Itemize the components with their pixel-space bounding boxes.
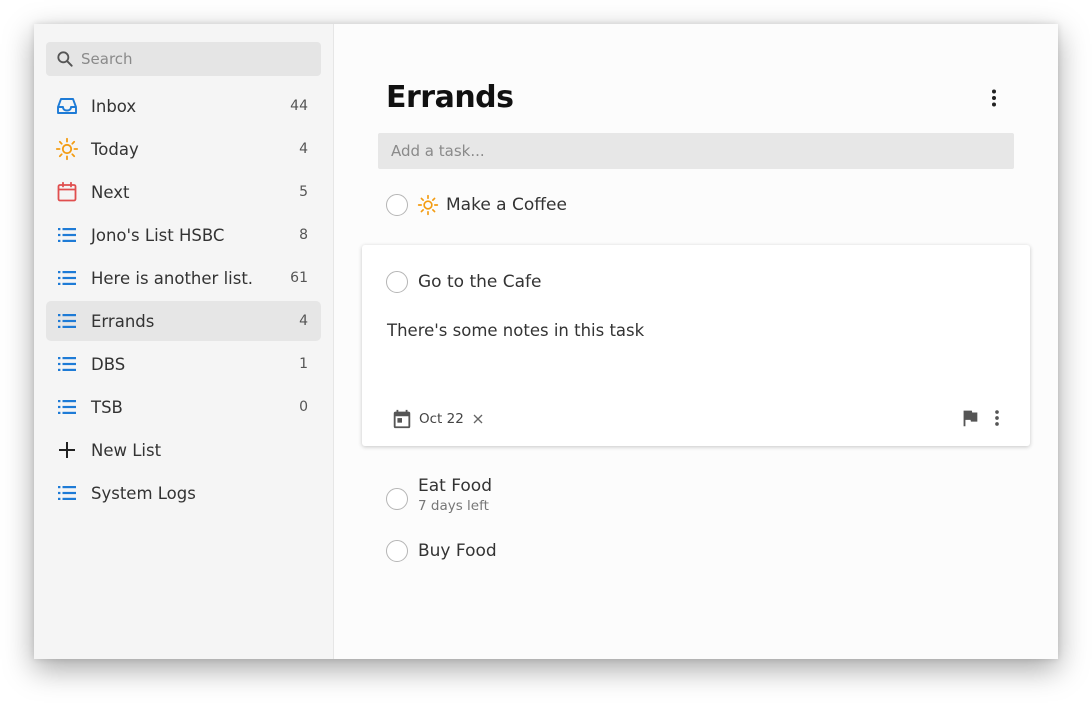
sidebar: Inbox 44 Today 4 Next 5 [34, 24, 334, 659]
app-window: Inbox 44 Today 4 Next 5 [34, 24, 1058, 659]
task-checkbox[interactable] [386, 540, 408, 562]
sidebar-item-count: 5 [299, 184, 308, 200]
task-name: Eat Food [418, 476, 492, 496]
sidebar-item-count: 4 [299, 313, 308, 329]
sidebar-item-label: New List [91, 440, 162, 460]
sidebar-item-label: System Logs [91, 483, 196, 503]
calendar-icon[interactable] [391, 408, 413, 430]
task-due-date: Oct 22 [391, 408, 486, 430]
calendar-icon [55, 180, 79, 204]
sidebar-item-today[interactable]: Today 4 [46, 129, 321, 169]
task-item[interactable]: Go to the Cafe [386, 271, 541, 293]
task-name: Make a Coffee [446, 195, 567, 215]
main-panel: Errands Make a Coffee Go to the Cafe The… [334, 24, 1058, 659]
sidebar-item-count: 44 [290, 98, 308, 114]
close-icon[interactable] [470, 411, 486, 427]
list-icon [55, 481, 79, 505]
sidebar-item-label: Here is another list. [91, 268, 254, 288]
sidebar-item-tsb[interactable]: TSB 0 [46, 387, 321, 427]
sidebar-item-next[interactable]: Next 5 [46, 172, 321, 212]
sidebar-item-dbs[interactable]: DBS 1 [46, 344, 321, 384]
task-name: Buy Food [418, 541, 497, 561]
plus-icon [55, 438, 79, 462]
task-due-subtext: 7 days left [418, 498, 489, 514]
list-icon [55, 352, 79, 376]
task-notes[interactable]: There's some notes in this task [387, 321, 644, 340]
task-checkbox[interactable] [386, 271, 408, 293]
sun-icon [417, 194, 439, 216]
sidebar-item-jonos-list-hsbc[interactable]: Jono's List HSBC 8 [46, 215, 321, 255]
sidebar-item-count: 61 [290, 270, 308, 286]
search-icon [55, 49, 75, 69]
sidebar-item-label: TSB [91, 397, 123, 417]
add-task-input[interactable] [378, 133, 1014, 169]
sidebar-item-label: Errands [91, 311, 155, 331]
list-icon [55, 266, 79, 290]
sidebar-nav: Inbox 44 Today 4 Next 5 Jono's List HSBC… [46, 86, 321, 516]
list-icon [55, 223, 79, 247]
due-date-label[interactable]: Oct 22 [419, 411, 464, 427]
task-more-icon[interactable] [986, 407, 1008, 429]
list-icon [55, 309, 79, 333]
sidebar-item-label: Today [91, 139, 139, 159]
sidebar-item-count: 8 [299, 227, 308, 243]
task-checkbox[interactable] [386, 194, 408, 216]
sidebar-item-label: Inbox [91, 96, 137, 116]
sidebar-item-here-is-another-list[interactable]: Here is another list. 61 [46, 258, 321, 298]
inbox-icon [55, 94, 79, 118]
task-card-expanded[interactable]: Go to the Cafe There's some notes in thi… [362, 245, 1030, 446]
sidebar-item-count: 4 [299, 141, 308, 157]
sidebar-item-errands[interactable]: Errands 4 [46, 301, 321, 341]
task-item[interactable]: Buy Food [386, 540, 497, 562]
list-more-icon[interactable] [982, 86, 1006, 110]
task-text: Eat Food 7 days left [418, 476, 492, 514]
sidebar-item-label: Next [91, 182, 130, 202]
sidebar-item-system-logs[interactable]: System Logs [46, 473, 321, 513]
list-icon [55, 395, 79, 419]
sidebar-item-count: 1 [299, 356, 308, 372]
page-title: Errands [386, 80, 514, 115]
search-box[interactable] [46, 42, 321, 76]
task-item[interactable]: Eat Food 7 days left [386, 476, 492, 514]
new-list-button[interactable]: New List [46, 430, 321, 470]
sidebar-item-label: DBS [91, 354, 126, 374]
sun-icon [55, 137, 79, 161]
sidebar-item-label: Jono's List HSBC [91, 225, 225, 245]
task-name[interactable]: Go to the Cafe [418, 272, 541, 292]
flag-icon[interactable] [959, 407, 981, 429]
task-item[interactable]: Make a Coffee [386, 194, 567, 216]
search-input[interactable] [81, 50, 301, 68]
sidebar-item-count: 0 [299, 399, 308, 415]
task-checkbox[interactable] [386, 488, 408, 510]
sidebar-item-inbox[interactable]: Inbox 44 [46, 86, 321, 126]
